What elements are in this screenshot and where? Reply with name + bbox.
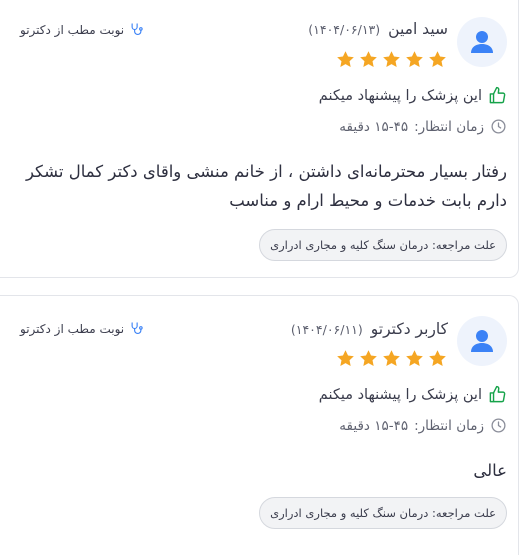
- star-icon: [337, 51, 354, 68]
- star-icon: [429, 350, 446, 367]
- wait-time-value: ۱۵-۴۵ دقیقه: [339, 118, 409, 135]
- star-icon: [406, 350, 423, 367]
- recommend-row: این پزشک را پیشنهاد میکنم: [319, 86, 507, 105]
- recommend-text: این پزشک را پیشنهاد میکنم: [318, 386, 482, 403]
- avatar: [457, 17, 507, 67]
- recommend-row: این پزشک را پیشنهاد میکنم: [319, 385, 507, 404]
- thumbs-up-icon: [489, 385, 506, 403]
- review-date: (۱۴۰۴/۰۶/۱۳): [308, 21, 381, 37]
- visit-reason-value: درمان سنگ کلیه و مجاری ادراری: [270, 506, 429, 520]
- review-card: کاربر دکترتو (۱۴۰۴/۰۶/۱۱) نوبت مطب از دک…: [0, 295, 519, 555]
- star-icon: [360, 51, 377, 68]
- wait-time-value: ۱۵-۴۵ دقیقه: [339, 417, 409, 434]
- visit-reason-label: علت مراجعه:: [431, 238, 496, 252]
- clock-icon: [491, 119, 506, 134]
- user-icon: [471, 330, 493, 352]
- wait-time-row: زمان انتظار: ۱۵-۴۵ دقیقه: [339, 118, 507, 135]
- reviewer-header: کاربر دکترتو (۱۴۰۴/۰۶/۱۱): [291, 320, 448, 338]
- booking-source-badge: نوبت مطب از دکترتو: [20, 321, 144, 336]
- visit-reason-chip: علت مراجعه: درمان سنگ کلیه و مجاری ادرار…: [259, 229, 507, 261]
- wait-time-label: زمان انتظار:: [414, 118, 484, 135]
- reviewer-name: سید امین: [388, 20, 448, 38]
- review-card: سید امین (۱۴۰۴/۰۶/۱۳) نوبت مطب از دکترتو…: [0, 0, 519, 278]
- avatar: [457, 316, 507, 366]
- reviews-list: سید امین (۱۴۰۴/۰۶/۱۳) نوبت مطب از دکترتو…: [0, 0, 519, 555]
- thumbs-up-icon: [489, 86, 506, 104]
- user-icon: [471, 31, 493, 53]
- star-icon: [383, 51, 400, 68]
- stethoscope-icon: [131, 322, 143, 334]
- reviewer-header: سید امین (۱۴۰۴/۰۶/۱۳): [308, 20, 448, 38]
- star-rating: [335, 348, 448, 369]
- star-icon: [406, 51, 423, 68]
- reviewer-name: کاربر دکترتو: [370, 320, 448, 338]
- visit-reason-chip: علت مراجعه: درمان سنگ کلیه و مجاری ادرار…: [259, 497, 507, 529]
- star-icon: [429, 51, 446, 68]
- star-icon: [337, 350, 354, 367]
- visit-reason-value: درمان سنگ کلیه و مجاری ادراری: [270, 238, 429, 252]
- booking-source-label: نوبت مطب از دکترتو: [20, 321, 125, 336]
- booking-source-badge: نوبت مطب از دکترتو: [20, 22, 144, 37]
- review-comment: رفتار بسیار محترمانه‌ای داشتن ، از خانم …: [25, 162, 507, 210]
- stethoscope-icon: [131, 23, 143, 35]
- review-comment: عالی: [473, 461, 507, 480]
- recommend-text: این پزشک را پیشنهاد میکنم: [318, 87, 482, 104]
- booking-source-label: نوبت مطب از دکترتو: [20, 22, 125, 37]
- wait-time-label: زمان انتظار:: [414, 417, 484, 434]
- review-date: (۱۴۰۴/۰۶/۱۱): [290, 321, 363, 337]
- clock-icon: [491, 418, 506, 433]
- star-icon: [383, 350, 400, 367]
- star-rating: [335, 49, 448, 70]
- visit-reason-label: علت مراجعه:: [431, 506, 496, 520]
- wait-time-row: زمان انتظار: ۱۵-۴۵ دقیقه: [339, 417, 507, 434]
- star-icon: [360, 350, 377, 367]
